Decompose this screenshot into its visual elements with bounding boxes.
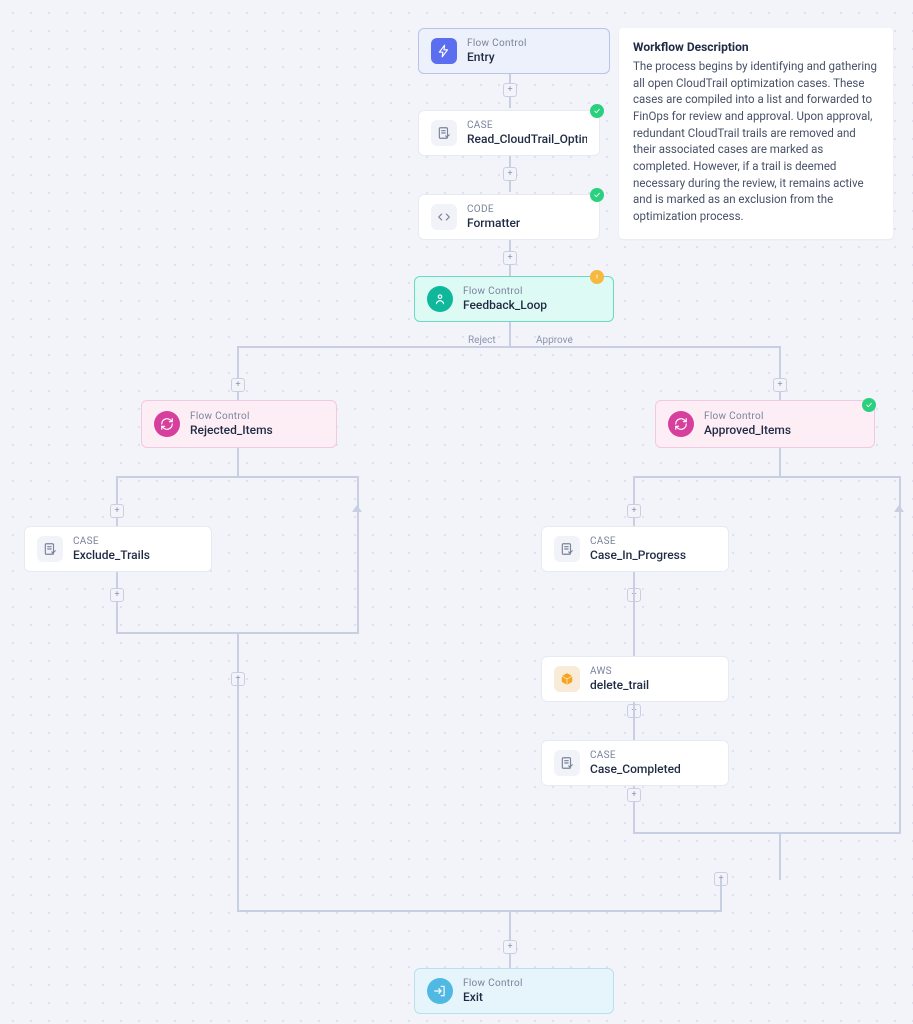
- connector: [779, 448, 781, 476]
- node-title: Exclude_Trails: [73, 548, 150, 562]
- connector: [779, 832, 781, 880]
- node-kind: CASE: [73, 536, 150, 547]
- node-kind: CASE: [590, 750, 681, 761]
- connector: [116, 476, 359, 478]
- node-kind: Flow Control: [463, 978, 523, 989]
- add-step-button[interactable]: +: [503, 940, 517, 954]
- case-icon: [554, 750, 580, 776]
- node-title: Read_CloudTrail_Optimization: [467, 132, 587, 146]
- case-icon: [554, 536, 580, 562]
- connector: [633, 832, 901, 834]
- add-step-button[interactable]: +: [627, 504, 641, 518]
- add-step-button[interactable]: +: [231, 378, 245, 392]
- lightning-icon: [431, 38, 457, 64]
- connector: [237, 448, 239, 476]
- node-approved-items[interactable]: Flow ControlApproved_Items: [655, 400, 875, 448]
- node-kind: AWS: [590, 666, 649, 677]
- node-case-completed[interactable]: CASECase_Completed: [541, 740, 729, 786]
- connector: [899, 476, 901, 834]
- status-warn-icon: [590, 270, 604, 284]
- person-cycle-icon: [427, 286, 453, 312]
- aws-cube-icon: [554, 666, 580, 692]
- add-step-button[interactable]: +: [110, 588, 124, 602]
- node-kind: CASE: [467, 120, 587, 131]
- loop-icon: [668, 411, 694, 437]
- add-step-button[interactable]: +: [503, 251, 517, 265]
- connector: [237, 680, 239, 912]
- node-title: Feedback_Loop: [463, 298, 547, 312]
- loop-back-arrow-icon: [894, 505, 904, 512]
- connector: [509, 910, 511, 968]
- branch-label-approve: Approve: [536, 335, 573, 346]
- add-step-button[interactable]: +: [503, 167, 517, 181]
- connector: [509, 322, 511, 348]
- case-icon: [431, 120, 457, 146]
- node-kind: Flow Control: [190, 411, 273, 422]
- node-title: Case_In_Progress: [590, 548, 686, 562]
- connector: [633, 572, 635, 656]
- node-exclude-trails[interactable]: CASEExclude_Trails: [24, 526, 212, 572]
- node-feedback-loop[interactable]: Flow ControlFeedback_Loop: [414, 276, 614, 322]
- connector: [720, 880, 722, 912]
- node-title: delete_trail: [590, 678, 649, 692]
- workflow-description-body: The process begins by identifying and ga…: [633, 58, 879, 225]
- status-ok-icon: [590, 104, 604, 118]
- code-icon: [431, 204, 457, 230]
- node-kind: Flow Control: [463, 286, 547, 297]
- node-formatter[interactable]: CODEFormatter: [418, 194, 600, 240]
- node-exit[interactable]: Flow ControlExit: [414, 968, 614, 1014]
- exit-icon: [427, 978, 453, 1004]
- node-title: Rejected_Items: [190, 423, 273, 437]
- add-step-button[interactable]: +: [627, 788, 641, 802]
- node-title: Approved_Items: [704, 423, 791, 437]
- connector: [633, 476, 901, 478]
- connector: [237, 346, 781, 348]
- node-title: Formatter: [467, 216, 520, 230]
- add-step-button[interactable]: +: [110, 504, 124, 518]
- add-step-button[interactable]: +: [503, 83, 517, 97]
- node-kind: CODE: [467, 204, 520, 215]
- loop-back-arrow-icon: [352, 505, 362, 512]
- node-delete-trail[interactable]: AWSdelete_trail: [541, 656, 729, 702]
- node-kind: Flow Control: [467, 38, 527, 49]
- branch-label-reject: Reject: [468, 335, 496, 346]
- connector: [357, 476, 359, 634]
- node-title: Entry: [467, 50, 495, 64]
- case-icon: [37, 536, 63, 562]
- node-title: Exit: [463, 990, 483, 1004]
- node-kind: CASE: [590, 536, 686, 547]
- node-kind: Flow Control: [704, 411, 791, 422]
- status-ok-icon: [590, 188, 604, 202]
- status-ok-icon: [862, 398, 876, 412]
- loop-icon: [154, 411, 180, 437]
- node-title: Case_Completed: [590, 762, 681, 776]
- workflow-description-panel: Workflow Description The process begins …: [619, 28, 893, 239]
- workflow-description-title: Workflow Description: [633, 40, 879, 54]
- node-entry[interactable]: Flow ControlEntry: [418, 28, 610, 74]
- connector: [633, 702, 635, 740]
- connector: [237, 910, 722, 912]
- node-case-in-progress[interactable]: CASECase_In_Progress: [541, 526, 729, 572]
- node-read-cloudtrail[interactable]: CASERead_CloudTrail_Optimization: [418, 110, 600, 156]
- add-step-button[interactable]: +: [773, 378, 787, 392]
- node-rejected-items[interactable]: Flow ControlRejected_Items: [141, 400, 337, 448]
